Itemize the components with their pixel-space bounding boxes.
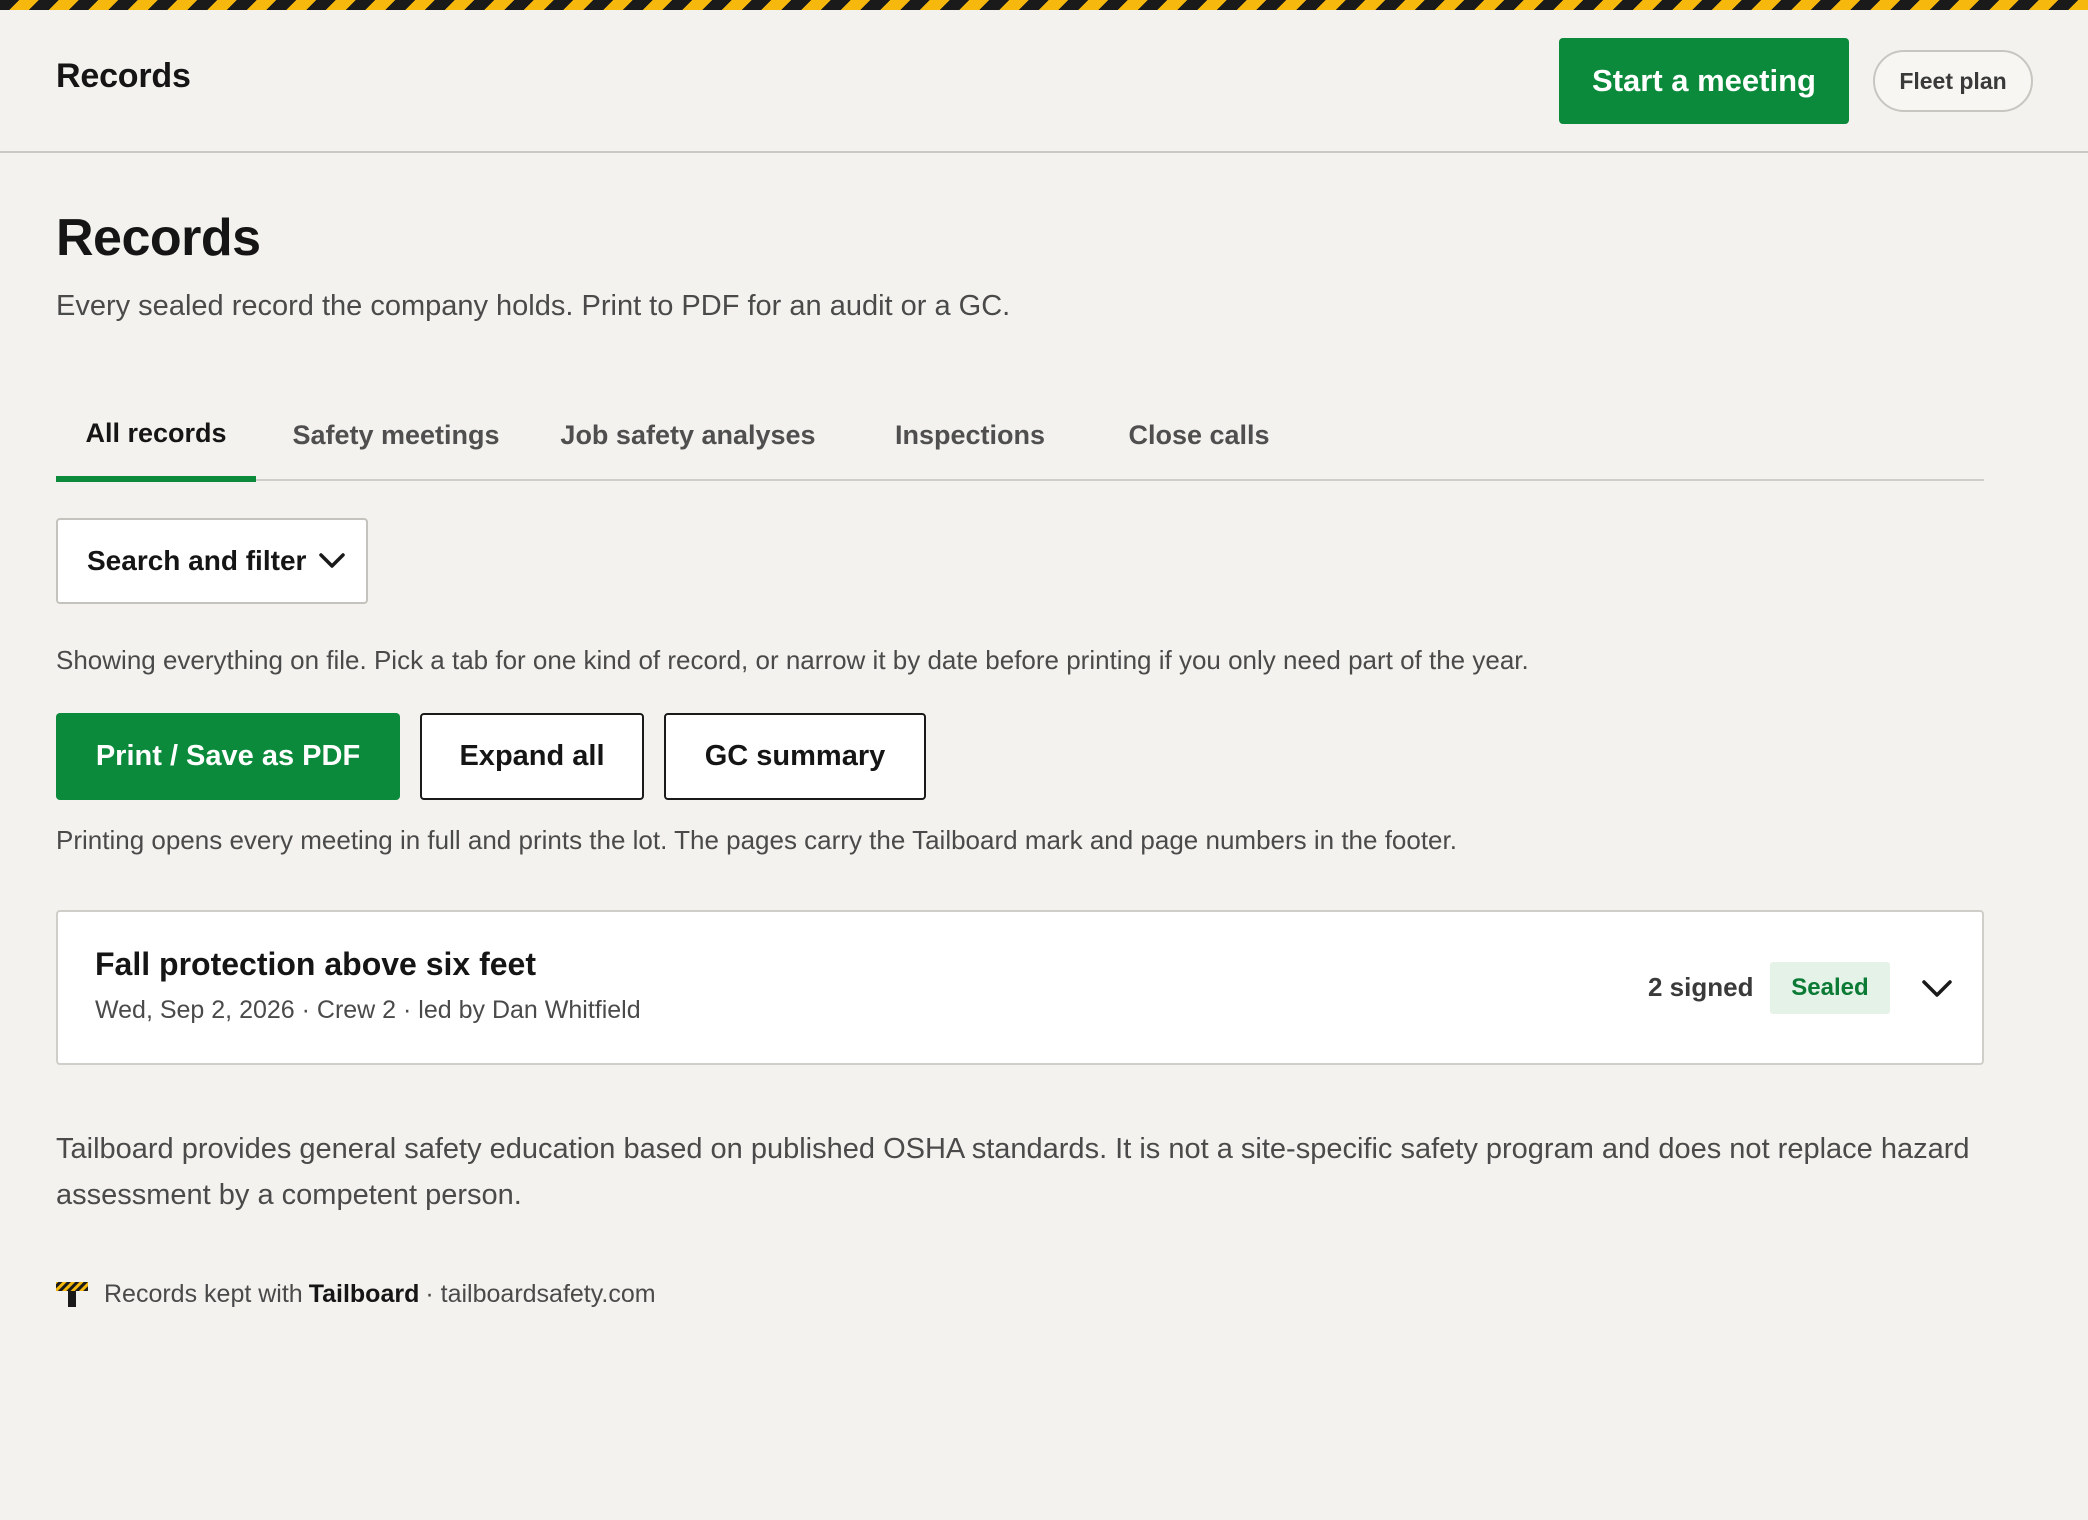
gc-summary-button[interactable]: GC summary xyxy=(664,713,926,800)
tailboard-logo-icon xyxy=(56,1280,88,1308)
fleet-plan-button[interactable]: Fleet plan xyxy=(1873,50,2033,112)
start-meeting-button[interactable]: Start a meeting xyxy=(1559,38,1849,124)
top-bar: Records Start a meeting Fleet plan xyxy=(0,10,2088,153)
footer-site: · tailboardsafety.com xyxy=(425,1279,656,1308)
tab-job-safety-analyses[interactable]: Job safety analyses xyxy=(556,400,820,481)
record-tabs: All records Safety meetings Job safety a… xyxy=(56,400,1984,482)
hazard-stripe xyxy=(0,0,2088,10)
record-card[interactable]: Fall protection above six feet Wed, Sep … xyxy=(56,910,1984,1065)
record-title: Fall protection above six feet xyxy=(95,946,536,982)
tab-safety-meetings[interactable]: Safety meetings xyxy=(288,400,504,481)
footer-prefix: Records kept with xyxy=(104,1279,303,1308)
record-meta: Wed, Sep 2, 2026 · Crew 2 · led by Dan W… xyxy=(95,996,641,1024)
signed-count: 2 signed xyxy=(1648,972,1754,1002)
tab-inspections[interactable]: Inspections xyxy=(890,400,1050,481)
expand-all-button[interactable]: Expand all xyxy=(420,713,644,800)
disclaimer: Tailboard provides general safety educat… xyxy=(56,1133,1970,1211)
print-note: Printing opens every meeting in full and… xyxy=(56,825,1457,855)
status-badge: Sealed xyxy=(1770,962,1890,1014)
page-subtitle: Every sealed record the company holds. P… xyxy=(56,290,1011,322)
search-and-filter-button[interactable]: Search and filter xyxy=(56,518,368,604)
scope-note: Showing everything on file. Pick a tab f… xyxy=(56,645,1529,675)
tab-close-calls[interactable]: Close calls xyxy=(1124,400,1274,481)
footer-brand: Tailboard xyxy=(308,1279,420,1308)
tab-all-records[interactable]: All records xyxy=(56,400,256,482)
search-and-filter-label: Search and filter xyxy=(87,545,307,576)
chevron-down-icon[interactable] xyxy=(1920,978,1954,1000)
page-title: Records xyxy=(56,209,261,267)
chevron-down-icon xyxy=(319,553,346,568)
print-save-pdf-button[interactable]: Print / Save as PDF xyxy=(56,713,400,800)
footer: Records kept with Tailboard · tailboards… xyxy=(56,1278,656,1310)
app-title: Records xyxy=(56,57,191,95)
